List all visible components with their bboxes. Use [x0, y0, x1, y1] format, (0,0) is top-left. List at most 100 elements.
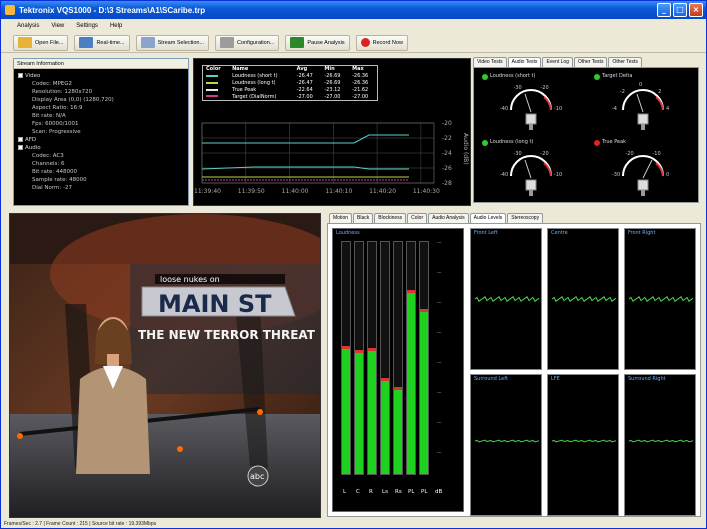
network-logo: abc	[250, 472, 264, 481]
waveform	[628, 296, 694, 302]
legend-row: True Peak -22.64 -23.12 -21.62	[203, 87, 378, 94]
legend-swatch	[206, 81, 218, 84]
expand-icon[interactable]	[18, 137, 23, 142]
folder-icon	[18, 37, 32, 48]
legend-header: Avg	[296, 66, 308, 73]
menu-settings[interactable]: Settings	[76, 23, 98, 29]
audio-levels-panel: Loudness L C R Ls Rs PL PL dB — — — — — — — — Front Lef…	[327, 223, 701, 517]
tree-leaf: Codec: MPEG2	[32, 81, 73, 87]
channel-level-bar	[406, 241, 416, 475]
maximize-button[interactable]: □	[673, 3, 687, 17]
channel-scope: LFE	[547, 374, 619, 516]
tab-other-tests[interactable]: Other Tests	[608, 57, 642, 67]
legend-swatch	[206, 95, 218, 98]
minimize-button[interactable]: _	[657, 3, 671, 17]
x-tick-label: 11:40:00	[282, 188, 309, 195]
menu-view[interactable]: View	[51, 23, 64, 29]
title-bar[interactable]: Tektronix VQS1000 - D:\3 Streams\A1\SCar…	[1, 1, 706, 19]
tree-leaf: Fps: 60000/1001	[32, 121, 79, 127]
tab-other-tests[interactable]: Other Tests	[573, 57, 608, 67]
toolbar-button-label: Real-time...	[96, 39, 125, 46]
toolbar-button-label: Record Now	[372, 39, 403, 46]
dial-face: -40 -30 -20 -10	[500, 85, 562, 130]
legend-color-cell	[203, 80, 230, 87]
menu-help[interactable]: Help	[110, 23, 122, 29]
channel-label: R	[369, 489, 373, 495]
legend-name: True Peak	[232, 87, 257, 93]
stream-selection-button[interactable]: Stream Selection...	[135, 34, 210, 51]
toolbar-button-label: Open File...	[35, 39, 64, 46]
tab-audio-analysis[interactable]: Audio Analysis	[428, 213, 469, 223]
dial-gauge: True Peak -30 -20 -10 0	[588, 136, 698, 202]
waveform	[474, 439, 540, 443]
unit-label: dB	[435, 489, 443, 495]
toolbar-button-label: Configuration...	[237, 39, 275, 46]
channel-scope: Front Left	[470, 228, 542, 370]
tab-motion[interactable]: Motion	[329, 213, 353, 223]
level-fill	[342, 348, 350, 474]
stream-icon	[140, 37, 155, 48]
dial-gauge: Target Delta -4 -2 0 2 4	[588, 70, 698, 136]
x-tick-label: 11:39:50	[238, 188, 265, 195]
peak-marker	[394, 387, 402, 391]
dial-scale-label: -20	[626, 151, 634, 157]
pause-analysis-button[interactable]: Pause Analysis	[285, 34, 350, 51]
scale-tick: —	[437, 391, 442, 396]
tab-color[interactable]: Color	[407, 213, 428, 223]
configuration-button[interactable]: Configuration...	[215, 34, 280, 51]
x-tick-label: 11:40:10	[325, 188, 352, 195]
toolbar: Open File... Real-time... Stream Selection…	[1, 33, 706, 53]
tree-leaf: Codec: AC3	[32, 153, 64, 159]
dial-scale-label: 0	[639, 82, 642, 88]
channel-scope: Front Right	[624, 228, 696, 370]
channel-level-bar	[380, 241, 390, 475]
legend-min: -26.69	[324, 80, 341, 86]
y-tick-label: -26	[442, 165, 452, 172]
dial-scale-label: -30	[514, 85, 522, 91]
app-icon	[5, 5, 15, 15]
legend-color-cell	[203, 73, 230, 80]
real-time-button[interactable]: Real-time...	[74, 34, 130, 51]
legend-color-cell	[203, 87, 230, 94]
channel-scope: Surround Right	[624, 374, 696, 516]
tab-stereoscopy[interactable]: Stereoscopy	[507, 213, 544, 223]
x-tick-label: 11:40:30	[413, 188, 440, 195]
tab-video-tests[interactable]: Video Tests	[473, 57, 507, 67]
level-fill	[368, 351, 376, 474]
channel-label: Rs	[395, 489, 402, 495]
dial-scale-label: 0	[666, 172, 669, 178]
channel-level-bar	[367, 241, 377, 475]
tree-leaf: Bit rate: 448000	[32, 169, 77, 175]
legend-avg: -22.64	[296, 87, 313, 93]
toolbar-button-label: Stream Selection...	[157, 39, 205, 46]
dial-scale-label: -30	[612, 172, 620, 178]
scale-tick: —	[437, 331, 442, 336]
video-preview: loose nukes on MAIN ST THE NEW TERROR TH…	[9, 213, 321, 518]
level-fill	[355, 353, 363, 474]
tree-node[interactable]: Video	[18, 72, 184, 80]
scale-tick: —	[437, 271, 442, 276]
legend-color-cell	[203, 94, 230, 101]
level-fill	[394, 390, 402, 474]
channel-label: L	[343, 489, 347, 495]
tree-node[interactable]: Audio	[18, 144, 184, 152]
expand-icon[interactable]	[18, 73, 23, 78]
tree-node[interactable]: AFD	[18, 136, 184, 144]
tree-node-label: Audio	[25, 145, 41, 151]
legend-header: Min	[324, 66, 335, 73]
close-button[interactable]: ×	[689, 3, 703, 17]
record-now-button[interactable]: Record Now	[355, 34, 408, 51]
tab-black[interactable]: Black	[353, 213, 374, 223]
legend-swatch	[206, 74, 218, 77]
tab-event-log[interactable]: Event Log	[542, 57, 573, 67]
tab-blockiness[interactable]: Blockiness	[374, 213, 407, 223]
tree-leaf: Scan: Progressive	[32, 129, 81, 135]
dial-scale-label: -20	[541, 85, 549, 91]
menu-analysis[interactable]: Analysis	[17, 23, 39, 29]
expand-icon[interactable]	[18, 145, 23, 150]
legend-swatch	[206, 88, 218, 91]
audio-tests-panel: Loudness (short t) -40 -30 -20 -10 Target Del…	[473, 67, 699, 203]
open-file-button[interactable]: Open File...	[13, 34, 69, 51]
scale-tick: —	[437, 421, 442, 426]
scale-tick: —	[437, 451, 442, 456]
